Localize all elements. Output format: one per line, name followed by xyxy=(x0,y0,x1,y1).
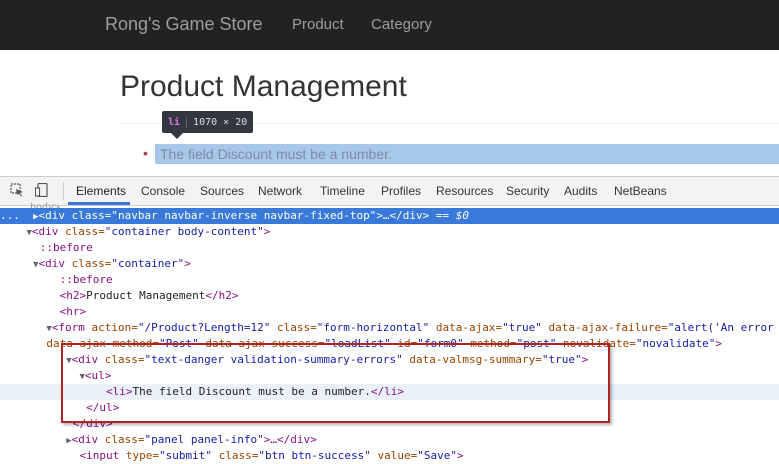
tag-close: > xyxy=(715,337,722,350)
attr-value: "novalidate" xyxy=(635,337,716,350)
tooltip-arrow xyxy=(171,133,183,139)
attr-name: action= xyxy=(84,321,138,334)
inspect-tooltip: li 1070 × 20 xyxy=(162,111,254,133)
tag-name: <div xyxy=(38,257,66,270)
dom-node-container[interactable]: ▼<div class="container"> xyxy=(0,256,779,272)
error-bullet: • xyxy=(143,145,148,161)
tab-elements[interactable]: Elements xyxy=(76,184,126,198)
tab-console[interactable]: Console xyxy=(141,184,185,198)
attr-value: "/Product?Length=12" xyxy=(137,321,271,334)
tag-name: <form xyxy=(51,321,85,334)
inspect-cursor-icon[interactable] xyxy=(10,183,24,197)
active-tab-indicator xyxy=(68,202,130,205)
attr-value: "panel panel-info" xyxy=(144,433,264,446)
toolbar-separator xyxy=(63,182,64,200)
attr-value: "true" xyxy=(502,321,542,334)
attr-value: "form-horizontal" xyxy=(316,321,430,334)
annotation-highlight-box xyxy=(61,343,610,423)
text-node: Product Management xyxy=(86,289,206,302)
tab-audits[interactable]: Audits xyxy=(564,184,597,198)
tab-netbeans[interactable]: NetBeans xyxy=(614,184,667,198)
tag-close: > xyxy=(263,225,271,238)
dom-node-before-2[interactable]: ::before xyxy=(0,272,779,288)
attr-name: class= xyxy=(65,209,112,222)
devtools-toolbar: Elements Console Sources Network Timelin… xyxy=(0,177,779,206)
tab-sources[interactable]: Sources xyxy=(200,184,244,198)
dom-node-panel[interactable]: ▶<div class="panel panel-info">…</div> xyxy=(0,432,779,448)
tab-resources[interactable]: Resources xyxy=(436,184,493,198)
dom-node-input[interactable]: <input type="submit" class="btn btn-succ… xyxy=(0,448,779,464)
nav-link-category[interactable]: Category xyxy=(371,16,432,33)
attr-value: "alert('An error xyxy=(667,321,774,334)
tab-timeline[interactable]: Timeline xyxy=(320,184,365,198)
tag-close: > xyxy=(184,257,191,270)
dom-node-hr[interactable]: <hr> xyxy=(0,304,779,320)
tag-name: <hr> xyxy=(59,305,87,318)
attr-name: class= xyxy=(58,225,105,238)
dom-node-h2[interactable]: <h2>Product Management</h2> xyxy=(0,288,779,304)
pseudo-element: ::before xyxy=(39,241,93,254)
attr-name: data-ajax= xyxy=(429,321,503,334)
dom-node-navbar[interactable]: ... ▶<div class="navbar navbar-inverse n… xyxy=(0,208,779,224)
tag-close: </h2> xyxy=(205,289,239,302)
attr-value: "container body-content" xyxy=(104,225,264,238)
tag-name: <div xyxy=(71,433,99,446)
tag-close: >…</div> xyxy=(376,209,430,222)
tag-name: <div xyxy=(31,225,59,238)
tab-security[interactable]: Security xyxy=(506,184,549,198)
node-menu-dots[interactable]: ... xyxy=(0,209,20,222)
validation-error-message: The field Discount must be a number. xyxy=(160,146,392,162)
page-title: Product Management xyxy=(120,70,407,103)
tab-network[interactable]: Network xyxy=(258,184,302,198)
tab-profiles[interactable]: Profiles xyxy=(381,184,421,198)
tooltip-dimensions: 1070 × 20 xyxy=(193,116,248,128)
attr-name: class= xyxy=(65,257,112,270)
attr-name: data-ajax-failure= xyxy=(541,321,668,334)
dom-node-container-body[interactable]: ▼<div class="container body-content"> xyxy=(0,224,779,240)
device-mode-icon[interactable] xyxy=(35,183,49,197)
pseudo-element: ::before xyxy=(59,273,113,286)
selected-marker: == $0 xyxy=(429,209,470,222)
tag-name: <h2> xyxy=(59,289,87,302)
attr-name: class= xyxy=(270,321,317,334)
tag-close: >…</div> xyxy=(263,433,317,446)
dom-node-form[interactable]: ▼<form action="/Product?Length=12" class… xyxy=(0,320,779,336)
brand-link[interactable]: Rong's Game Store xyxy=(105,14,263,35)
nav-link-product[interactable]: Product xyxy=(292,16,344,33)
attr-name: class= xyxy=(98,433,145,446)
tag-name: <div xyxy=(38,209,66,222)
dom-node-before[interactable]: ::before xyxy=(0,240,779,256)
attr-value: "navbar navbar-inverse navbar-fixed-top" xyxy=(111,209,377,222)
navbar: Rong's Game Store Product Category xyxy=(0,0,779,50)
tooltip-tag: li xyxy=(168,116,188,128)
attr-value: "container" xyxy=(111,257,185,270)
